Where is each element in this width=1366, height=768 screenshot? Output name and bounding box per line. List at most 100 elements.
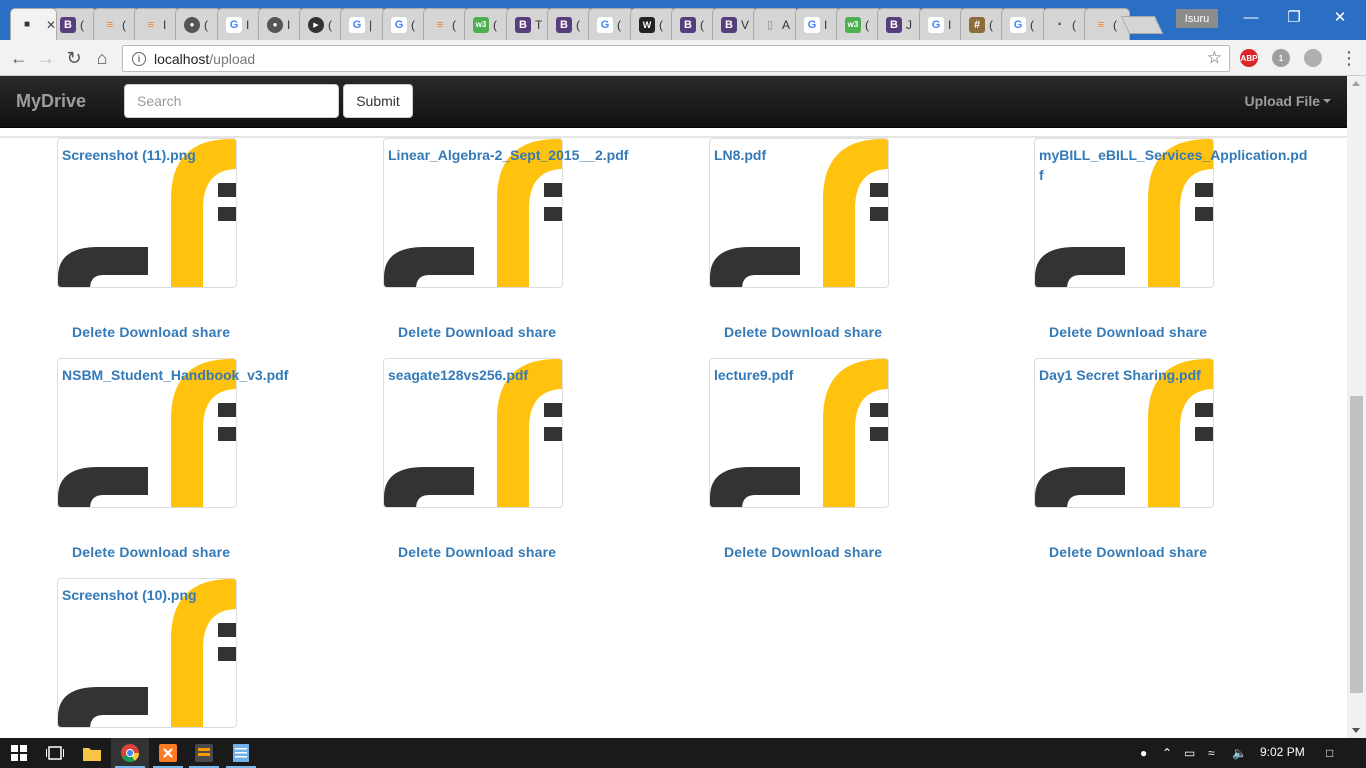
home-icon[interactable]: ⌂: [89, 45, 115, 71]
submit-button[interactable]: Submit: [343, 84, 413, 118]
file-name-link[interactable]: myBILL_eBILL_Services_Application.pdf: [1039, 145, 1309, 185]
xampp-icon[interactable]: [149, 738, 187, 768]
delete-link[interactable]: Delete: [72, 324, 115, 340]
browser-tab[interactable]: BT: [506, 8, 552, 40]
delete-link[interactable]: Delete: [724, 544, 767, 560]
download-link[interactable]: Download: [771, 324, 839, 340]
share-link[interactable]: share: [192, 324, 230, 340]
browser-tab[interactable]: B(: [547, 8, 593, 40]
file-name-link[interactable]: lecture9.pdf: [714, 365, 984, 385]
browser-tab[interactable]: GI: [919, 8, 965, 40]
share-link[interactable]: share: [844, 544, 882, 560]
browser-tab[interactable]: ▶(: [299, 8, 345, 40]
browser-tab[interactable]: W(: [630, 8, 676, 40]
browser-tab[interactable]: ≡(: [93, 8, 139, 40]
profile-button[interactable]: Isuru: [1176, 9, 1218, 28]
reload-icon[interactable]: ↻: [61, 45, 87, 71]
close-tab-icon[interactable]: ✕: [46, 18, 56, 32]
delete-link[interactable]: Delete: [724, 324, 767, 340]
browser-menu-icon[interactable]: ⋮: [1340, 48, 1358, 69]
scrollbar-thumb[interactable]: [1350, 396, 1363, 693]
puzzle-icon[interactable]: [1304, 49, 1322, 67]
browser-tab[interactable]: G |: [340, 8, 386, 40]
share-link[interactable]: share: [192, 544, 230, 560]
delete-link[interactable]: Delete: [1049, 324, 1092, 340]
site-info-icon[interactable]: i: [132, 51, 146, 66]
file-name-link[interactable]: NSBM_Student_Handbook_v3.pdf: [62, 365, 332, 385]
download-link[interactable]: Download: [119, 324, 187, 340]
minimize-icon[interactable]: —: [1228, 4, 1274, 30]
scroll-down-icon[interactable]: [1352, 728, 1360, 733]
notepad-icon[interactable]: [222, 738, 260, 768]
browser-tab[interactable]: B(: [51, 8, 97, 40]
browser-tab[interactable]: G(: [382, 8, 428, 40]
browser-tab[interactable]: w3 (: [836, 8, 882, 40]
download-link[interactable]: Download: [445, 544, 513, 560]
file-name-link[interactable]: seagate128vs256.pdf: [388, 365, 658, 385]
download-link[interactable]: Download: [1096, 324, 1164, 340]
page-scrollbar[interactable]: [1347, 76, 1366, 738]
browser-tab[interactable]: BJ: [877, 8, 923, 40]
file-explorer-icon[interactable]: [73, 738, 111, 768]
file-name-link[interactable]: Day1 Secret Sharing.pdf: [1039, 365, 1309, 385]
browser-tab[interactable]: ▯ A: [753, 8, 799, 40]
sublime-icon[interactable]: [185, 738, 223, 768]
download-link[interactable]: Download: [1096, 544, 1164, 560]
file-name-link[interactable]: Screenshot (11).png: [62, 145, 332, 165]
upload-file-dropdown[interactable]: Upload File: [1245, 93, 1331, 109]
download-link[interactable]: Download: [771, 544, 839, 560]
share-link[interactable]: share: [518, 544, 556, 560]
back-icon[interactable]: ←: [6, 45, 32, 71]
notifications-icon[interactable]: □: [1326, 746, 1333, 760]
battery-icon[interactable]: ▭: [1184, 746, 1195, 760]
browser-tab[interactable]: GI: [217, 8, 263, 40]
browser-tab[interactable]: G(: [1001, 8, 1047, 40]
share-link[interactable]: share: [844, 324, 882, 340]
chrome-icon[interactable]: [111, 738, 149, 768]
bookmark-star-icon[interactable]: ☆: [1207, 48, 1222, 68]
download-link[interactable]: Download: [119, 544, 187, 560]
browser-tab[interactable]: ■ N ✕: [10, 8, 57, 40]
browser-tab[interactable]: G(: [588, 8, 634, 40]
file-name-link[interactable]: LN8.pdf: [714, 145, 984, 165]
task-view-icon[interactable]: [36, 738, 74, 768]
search-input[interactable]: [124, 84, 339, 118]
extension-icon[interactable]: 1: [1272, 49, 1290, 67]
browser-tab[interactable]: ≡(: [423, 8, 469, 40]
delete-link[interactable]: Delete: [72, 544, 115, 560]
browser-tab[interactable]: #(: [960, 8, 1006, 40]
forward-icon[interactable]: →: [33, 45, 59, 71]
delete-link[interactable]: Delete: [1049, 544, 1092, 560]
file-name-link[interactable]: Screenshot (10).png: [62, 585, 332, 605]
browser-tab[interactable]: GI: [795, 8, 841, 40]
browser-tab[interactable]: B(: [671, 8, 717, 40]
browser-tab[interactable]: ●(: [175, 8, 221, 40]
share-link[interactable]: share: [1169, 324, 1207, 340]
browser-tab[interactable]: BV: [712, 8, 758, 40]
taskbar-clock[interactable]: 9:02 PM: [1260, 745, 1305, 759]
browser-tab[interactable]: w3 (: [464, 8, 510, 40]
share-link[interactable]: share: [1169, 544, 1207, 560]
new-tab-button[interactable]: [1120, 16, 1164, 34]
delete-link[interactable]: Delete: [398, 324, 441, 340]
address-bar[interactable]: i localhost/upload ☆: [122, 45, 1230, 72]
windows-start-icon[interactable]: [0, 738, 38, 768]
browser-tab[interactable]: ● I: [258, 8, 304, 40]
scroll-up-icon[interactable]: [1352, 81, 1360, 86]
brand-logo[interactable]: MyDrive: [16, 91, 86, 112]
file-name-link[interactable]: Linear_Algebra-2_Sept_2015__2.pdf: [388, 145, 658, 165]
share-link[interactable]: share: [518, 324, 556, 340]
close-window-icon[interactable]: ✕: [1317, 4, 1363, 30]
chevron-up-icon[interactable]: ⌃: [1162, 746, 1172, 760]
restore-icon[interactable]: ❐: [1271, 4, 1317, 30]
browser-tab[interactable]: ≡ I: [134, 8, 180, 40]
download-link[interactable]: Download: [445, 324, 513, 340]
chrome-tray-icon[interactable]: ●: [1140, 746, 1147, 760]
browser-tab[interactable]: ·(: [1043, 8, 1089, 40]
delete-link[interactable]: Delete: [398, 544, 441, 560]
tab-label: (: [576, 17, 580, 32]
browser-tab[interactable]: ≡(: [1084, 8, 1130, 40]
wifi-icon[interactable]: ≈: [1208, 746, 1215, 760]
adblock-icon[interactable]: ABP: [1240, 49, 1258, 67]
volume-icon[interactable]: 🔈: [1232, 746, 1247, 760]
